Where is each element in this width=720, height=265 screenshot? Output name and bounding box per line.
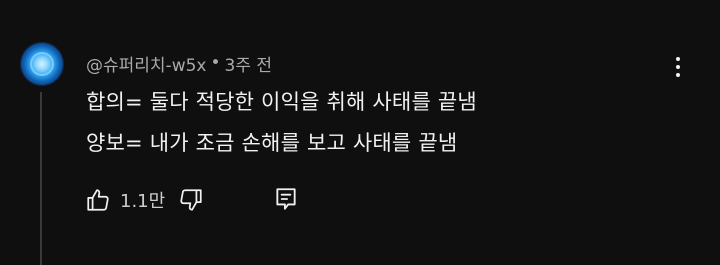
menu-dot bbox=[676, 73, 680, 77]
author-name[interactable]: @슈퍼리치-w5x bbox=[86, 51, 206, 76]
comment-actions: 1.1만 bbox=[84, 184, 205, 216]
reply-button[interactable] bbox=[271, 184, 301, 214]
thumbs-down-icon bbox=[180, 189, 202, 211]
menu-dot bbox=[676, 57, 680, 61]
avatar[interactable] bbox=[20, 42, 64, 86]
like-count: 1.1만 bbox=[120, 191, 166, 212]
comment-time[interactable]: 3주 전 bbox=[225, 51, 273, 76]
thread-line bbox=[40, 92, 42, 265]
comment-text-line-2: 양보= 내가 조금 손해를 보고 사태를 끝냄 bbox=[86, 131, 458, 155]
thumbs-up-icon bbox=[87, 189, 109, 211]
meta-separator: • bbox=[210, 53, 221, 73]
reply-icon bbox=[276, 188, 296, 210]
menu-dot bbox=[676, 65, 680, 69]
comment-header: @슈퍼리치-w5x • 3주 전 bbox=[86, 51, 273, 76]
like-button[interactable] bbox=[84, 186, 112, 214]
comment-item: @슈퍼리치-w5x • 3주 전 합의= 둘다 적당한 이익을 취해 사태를 끝… bbox=[0, 0, 720, 265]
comment-text-line-1: 합의= 둘다 적당한 이익을 취해 사태를 끝냄 bbox=[86, 90, 477, 114]
more-vertical-icon[interactable] bbox=[664, 52, 692, 82]
dislike-button[interactable] bbox=[177, 186, 205, 214]
